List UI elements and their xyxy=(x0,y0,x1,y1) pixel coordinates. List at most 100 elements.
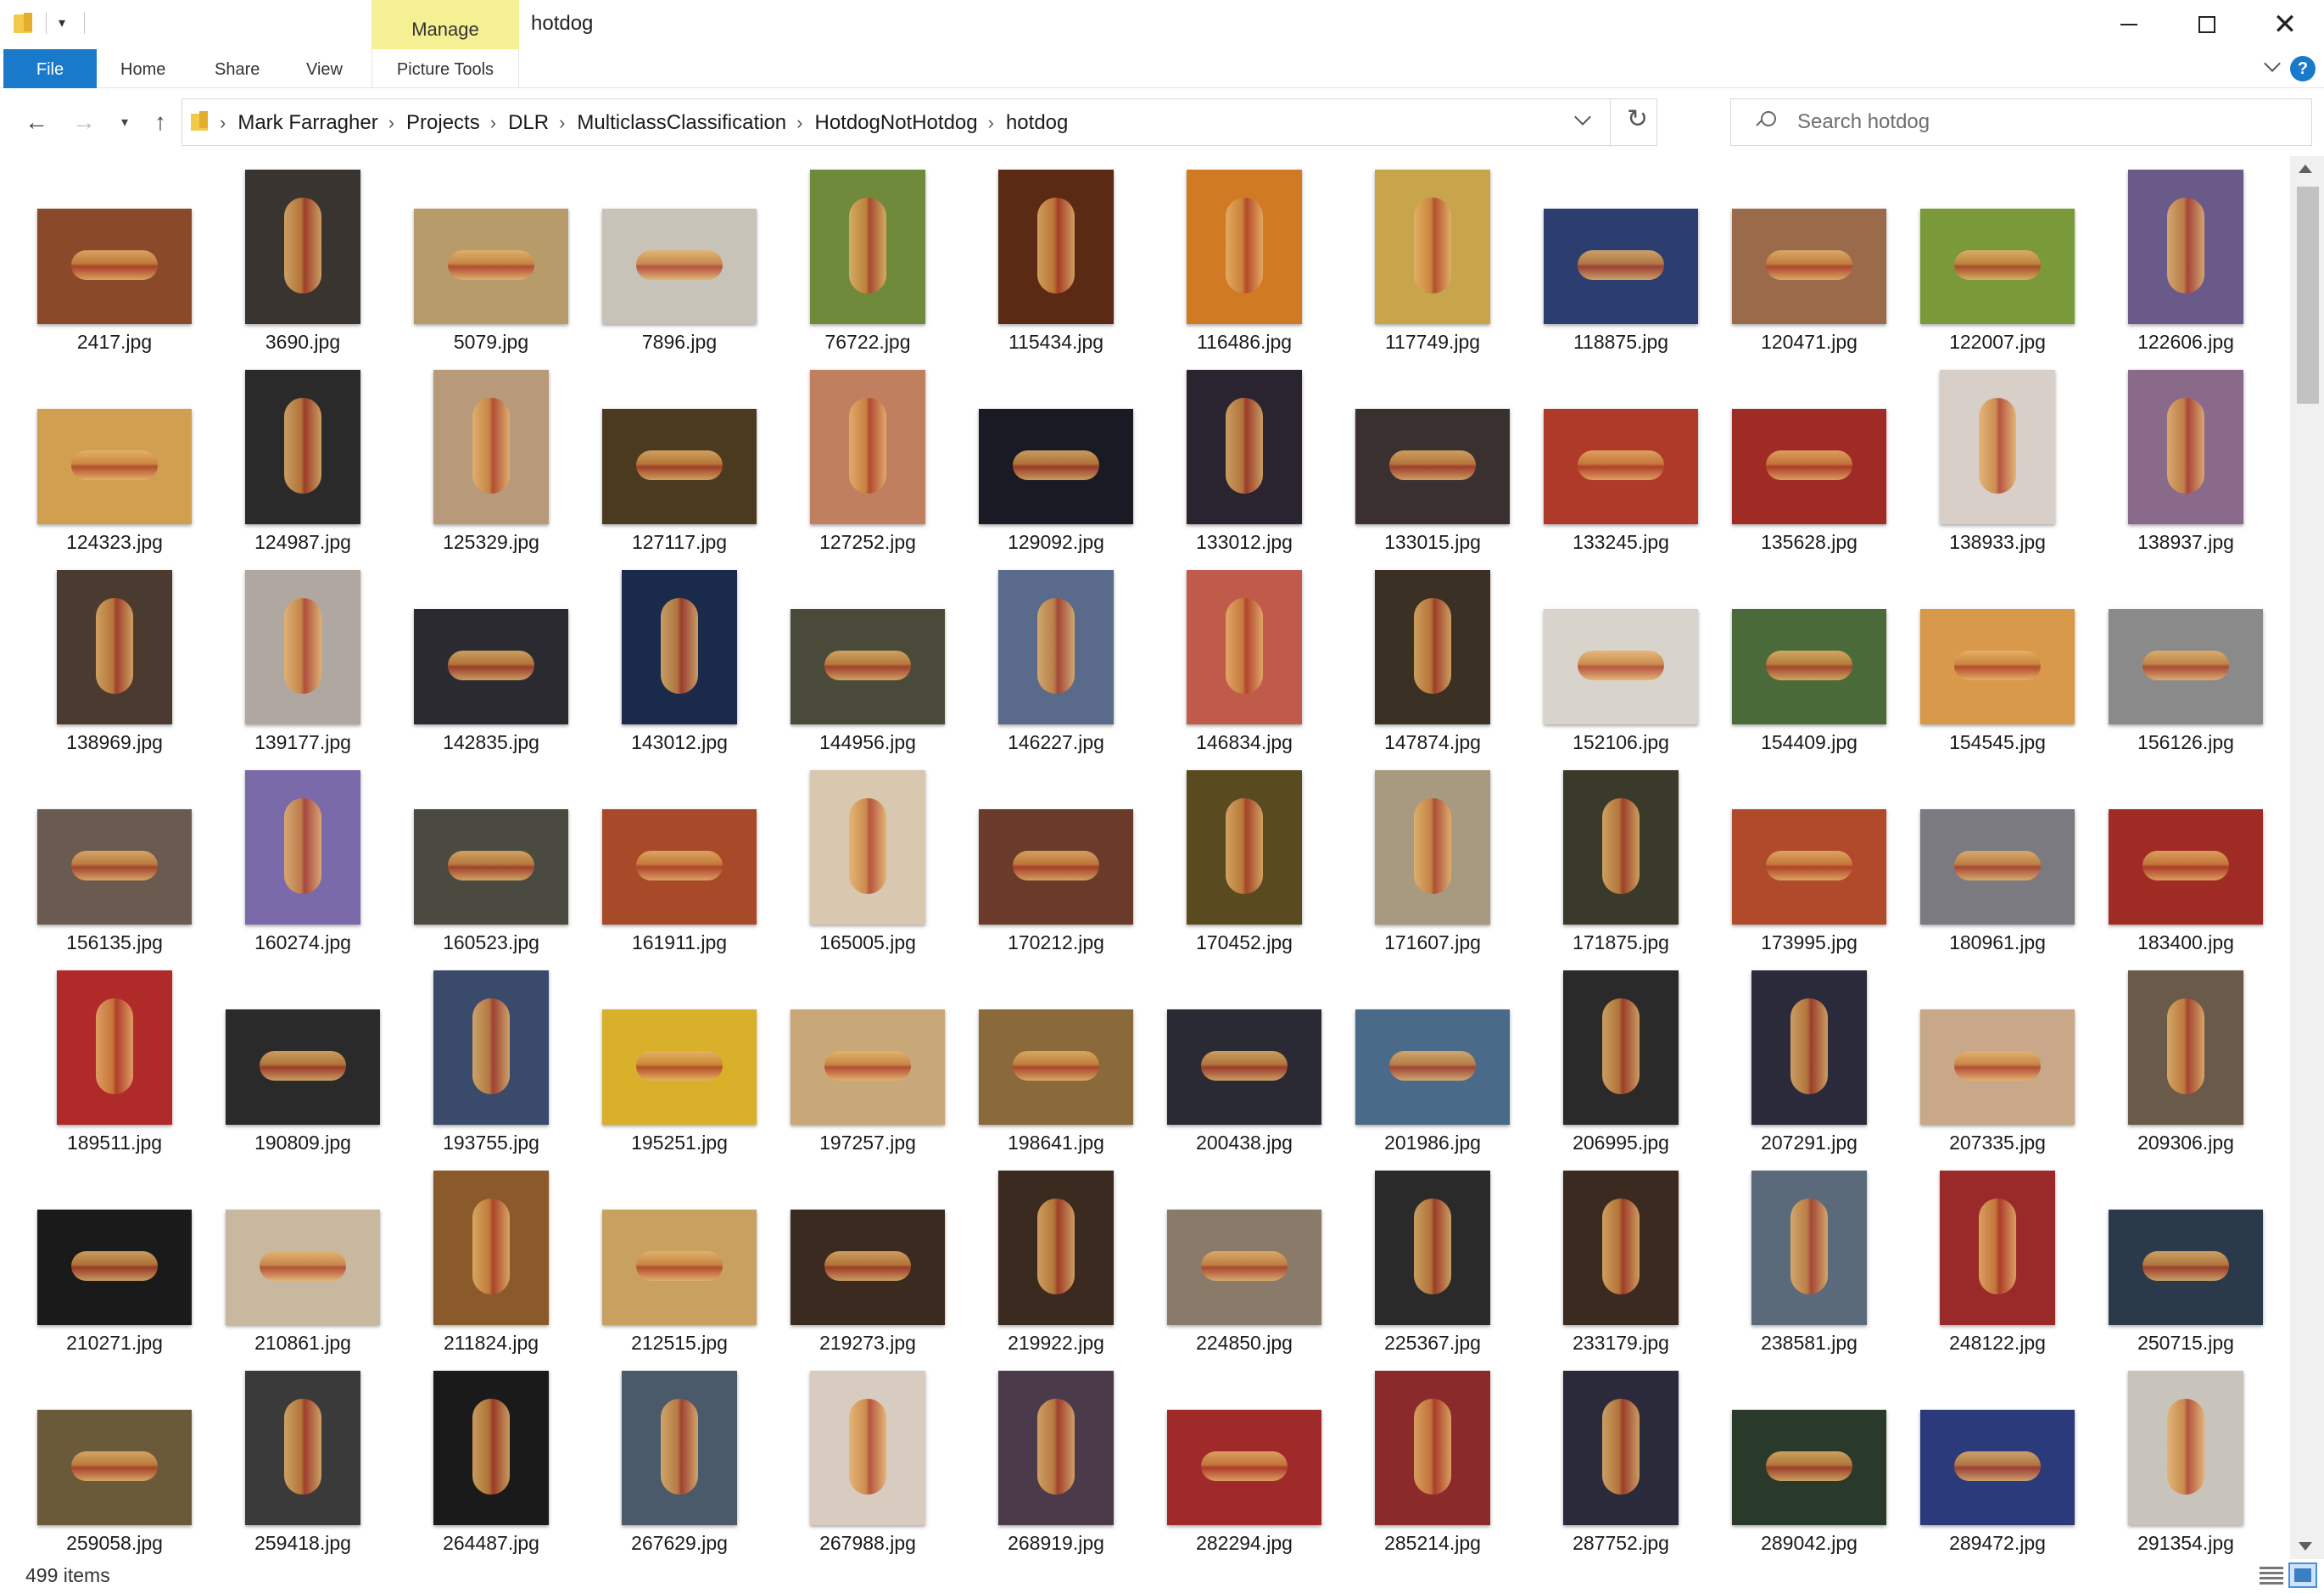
file-item[interactable]: 225367.jpg xyxy=(1338,1157,1527,1357)
contextual-tab-manage[interactable]: Manage xyxy=(372,0,519,49)
file-item[interactable]: 219922.jpg xyxy=(962,1157,1150,1357)
file-item[interactable]: 171875.jpg xyxy=(1527,757,1715,957)
details-view-icon[interactable] xyxy=(2260,1564,2283,1586)
image-thumbnail[interactable] xyxy=(1732,1410,1886,1525)
image-thumbnail[interactable] xyxy=(998,170,1114,324)
image-thumbnail[interactable] xyxy=(1544,209,1698,324)
file-item[interactable]: 118875.jpg xyxy=(1527,156,1715,356)
file-item[interactable]: 211824.jpg xyxy=(397,1157,585,1357)
tab-home[interactable]: Home xyxy=(120,49,165,88)
file-item[interactable]: 124323.jpg xyxy=(20,356,209,556)
file-item[interactable]: 210271.jpg xyxy=(20,1157,209,1357)
image-thumbnail[interactable] xyxy=(622,1371,737,1525)
file-item[interactable]: 165005.jpg xyxy=(774,757,962,957)
file-item[interactable]: 154409.jpg xyxy=(1715,556,1903,757)
image-thumbnail[interactable] xyxy=(2128,1371,2243,1525)
image-thumbnail[interactable] xyxy=(602,209,757,324)
image-thumbnail[interactable] xyxy=(245,370,360,524)
search-box[interactable] xyxy=(1730,98,2312,146)
image-thumbnail[interactable] xyxy=(1167,1410,1321,1525)
file-item[interactable]: 212515.jpg xyxy=(585,1157,774,1357)
file-item[interactable]: 76722.jpg xyxy=(774,156,962,356)
image-thumbnail[interactable] xyxy=(1751,970,1867,1125)
image-thumbnail[interactable] xyxy=(790,609,945,724)
file-item[interactable]: 115434.jpg xyxy=(962,156,1150,356)
image-thumbnail[interactable] xyxy=(979,409,1133,524)
image-thumbnail[interactable] xyxy=(998,1171,1114,1325)
image-thumbnail[interactable] xyxy=(433,970,549,1125)
file-item[interactable]: 160523.jpg xyxy=(397,757,585,957)
image-thumbnail[interactable] xyxy=(245,570,360,724)
image-thumbnail[interactable] xyxy=(1732,609,1886,724)
image-thumbnail[interactable] xyxy=(998,570,1114,724)
image-thumbnail[interactable] xyxy=(433,1371,549,1525)
image-thumbnail[interactable] xyxy=(226,1009,380,1125)
tab-picture-tools[interactable]: Picture Tools xyxy=(372,49,519,88)
image-thumbnail[interactable] xyxy=(1920,609,2075,724)
image-thumbnail[interactable] xyxy=(1355,1009,1510,1125)
image-thumbnail[interactable] xyxy=(1732,409,1886,524)
file-item[interactable]: 156135.jpg xyxy=(20,757,209,957)
image-thumbnail[interactable] xyxy=(1187,370,1302,524)
file-item[interactable]: 250715.jpg xyxy=(2092,1157,2280,1357)
image-thumbnail[interactable] xyxy=(433,1171,549,1325)
image-thumbnail[interactable] xyxy=(1375,770,1490,925)
tab-share[interactable]: Share xyxy=(215,49,260,88)
image-thumbnail[interactable] xyxy=(2109,809,2263,925)
breadcrumb-item[interactable]: MulticlassClassification xyxy=(577,111,786,135)
image-thumbnail[interactable] xyxy=(414,809,568,925)
image-thumbnail[interactable] xyxy=(414,609,568,724)
file-item[interactable]: 291354.jpg xyxy=(2092,1357,2280,1557)
file-item[interactable]: 117749.jpg xyxy=(1338,156,1527,356)
file-item[interactable]: 116486.jpg xyxy=(1150,156,1338,356)
image-thumbnail[interactable] xyxy=(979,809,1133,925)
image-thumbnail[interactable] xyxy=(226,1210,380,1325)
file-item[interactable]: 180961.jpg xyxy=(1903,757,2092,957)
help-icon[interactable]: ? xyxy=(2290,56,2316,81)
image-thumbnail[interactable] xyxy=(790,1210,945,1325)
image-thumbnail[interactable] xyxy=(245,770,360,925)
file-item[interactable]: 122606.jpg xyxy=(2092,156,2280,356)
image-thumbnail[interactable] xyxy=(2128,970,2243,1125)
image-thumbnail[interactable] xyxy=(602,809,757,925)
file-item[interactable]: 190809.jpg xyxy=(209,957,397,1157)
file-item[interactable]: 170212.jpg xyxy=(962,757,1150,957)
vertical-scrollbar[interactable] xyxy=(2290,156,2324,1559)
image-thumbnail[interactable] xyxy=(1920,809,2075,925)
file-item[interactable]: 138937.jpg xyxy=(2092,356,2280,556)
file-item[interactable]: 287752.jpg xyxy=(1527,1357,1715,1557)
file-item[interactable]: 161911.jpg xyxy=(585,757,774,957)
image-thumbnail[interactable] xyxy=(2128,170,2243,324)
image-thumbnail[interactable] xyxy=(37,1410,192,1525)
file-item[interactable]: 289472.jpg xyxy=(1903,1357,2092,1557)
file-item[interactable]: 267988.jpg xyxy=(774,1357,962,1557)
image-thumbnail[interactable] xyxy=(2109,1210,2263,1325)
file-item[interactable]: 7896.jpg xyxy=(585,156,774,356)
file-item[interactable]: 195251.jpg xyxy=(585,957,774,1157)
file-item[interactable]: 259058.jpg xyxy=(20,1357,209,1557)
minimize-button[interactable] xyxy=(2090,0,2168,49)
image-thumbnail[interactable] xyxy=(2128,370,2243,524)
file-item[interactable]: 144956.jpg xyxy=(774,556,962,757)
file-item[interactable]: 133012.jpg xyxy=(1150,356,1338,556)
file-item[interactable]: 122007.jpg xyxy=(1903,156,2092,356)
file-item[interactable]: 146227.jpg xyxy=(962,556,1150,757)
breadcrumb-item[interactable]: Mark Farragher xyxy=(237,111,377,135)
breadcrumb-item[interactable]: Projects xyxy=(406,111,480,135)
file-item[interactable]: 120471.jpg xyxy=(1715,156,1903,356)
image-thumbnail[interactable] xyxy=(245,170,360,324)
search-input[interactable] xyxy=(1797,99,2298,145)
file-item[interactable]: 143012.jpg xyxy=(585,556,774,757)
breadcrumb-item[interactable]: HotdogNotHotdog xyxy=(814,111,977,135)
file-item[interactable]: 160274.jpg xyxy=(209,757,397,957)
file-item[interactable]: 200438.jpg xyxy=(1150,957,1338,1157)
file-item[interactable]: 152106.jpg xyxy=(1527,556,1715,757)
file-item[interactable]: 133245.jpg xyxy=(1527,356,1715,556)
image-thumbnail[interactable] xyxy=(1167,1009,1321,1125)
file-item[interactable]: 5079.jpg xyxy=(397,156,585,356)
file-item[interactable]: 189511.jpg xyxy=(20,957,209,1157)
image-thumbnail[interactable] xyxy=(245,1371,360,1525)
image-thumbnail[interactable] xyxy=(622,570,737,724)
image-thumbnail[interactable] xyxy=(1563,770,1679,925)
file-item[interactable]: 209306.jpg xyxy=(2092,957,2280,1157)
